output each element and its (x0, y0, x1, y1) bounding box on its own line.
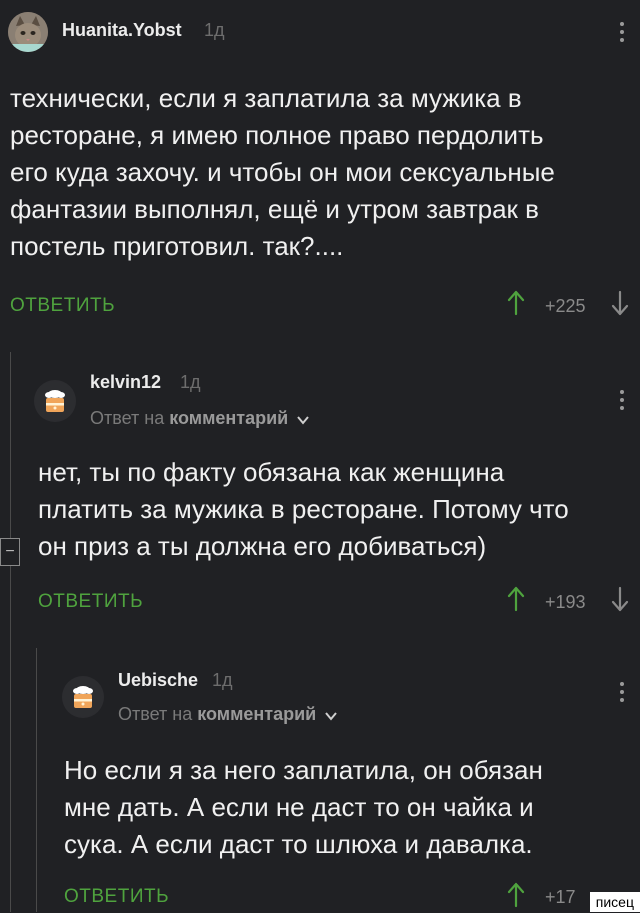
comment-text: Но если я за него заплатила, он обязан м… (64, 752, 634, 863)
text-line: технически, если я заплатила за мужика в (10, 83, 522, 113)
upvote-icon[interactable] (506, 586, 526, 617)
username[interactable]: Uebische (118, 670, 198, 691)
reply-to-link[interactable]: Ответ на комментарий (118, 704, 338, 726)
text-line: нет, ты по факту обязана как женщина (38, 457, 505, 487)
text-line: платить за мужика в ресторане. Потому чт… (38, 494, 569, 524)
text-line: сука. А если даст то шлюха и давалка. (64, 829, 533, 859)
reply-target[interactable]: комментарий (169, 408, 288, 428)
text-line: постель приготовил. так?.... (10, 231, 344, 261)
timestamp: 1д (204, 20, 225, 40)
more-options-icon[interactable] (620, 682, 624, 702)
comment-3: Uebische 1д Ответ на комментарий Но если… (0, 650, 640, 912)
text-line: Но если я за него заплатила, он обязан (64, 755, 543, 785)
score: +193 (545, 592, 586, 612)
cake-icon (35, 381, 75, 421)
chevron-down-icon[interactable] (297, 409, 310, 430)
username[interactable]: Huanita.Yobst (62, 20, 182, 41)
avatar-cat[interactable] (8, 12, 48, 52)
reply-button[interactable]: ОТВЕТИТЬ (10, 295, 115, 317)
text-line: фантазии выполнял, ещё и утром завтрак в (10, 194, 539, 224)
score: +225 (545, 296, 586, 316)
upvote-icon[interactable] (506, 290, 526, 321)
cake-icon (63, 677, 103, 717)
reply-button[interactable]: ОТВЕТИТЬ (38, 591, 143, 613)
comment-text: технически, если я заплатила за мужика в… (10, 80, 630, 265)
score: +17 (545, 887, 576, 907)
reply-target[interactable]: комментарий (197, 704, 316, 724)
comment-1: Huanita.Yobst 1д технически, если я запл… (0, 0, 640, 340)
downvote-icon[interactable] (610, 290, 630, 321)
watermark: писец (589, 892, 640, 912)
comment-2: kelvin12 1д Ответ на комментарий нет, ты… (0, 352, 640, 642)
reply-to-link[interactable]: Ответ на комментарий (90, 408, 310, 430)
comment-text: нет, ты по факту обязана как женщина пла… (38, 454, 638, 565)
text-line: ресторане, я имею полное право пердолить (10, 120, 544, 150)
text-line: его куда захочу. и чтобы он мои сексуаль… (10, 157, 555, 187)
avatar[interactable] (34, 380, 76, 422)
reply-prefix: Ответ на (90, 408, 165, 428)
avatar[interactable] (62, 676, 104, 718)
more-options-icon[interactable] (620, 390, 624, 410)
timestamp: 1д (180, 372, 201, 392)
username[interactable]: kelvin12 (90, 372, 161, 393)
reply-button[interactable]: ОТВЕТИТЬ (64, 886, 169, 908)
downvote-icon[interactable] (610, 586, 630, 617)
upvote-icon[interactable] (506, 882, 526, 913)
more-options-icon[interactable] (620, 22, 624, 42)
chevron-down-icon[interactable] (325, 705, 338, 726)
text-line: он приз а ты должна его добиваться) (38, 531, 487, 561)
timestamp: 1д (212, 670, 233, 690)
reply-prefix: Ответ на (118, 704, 193, 724)
text-line: мне дать. А если не даст то он чайка и (64, 792, 534, 822)
